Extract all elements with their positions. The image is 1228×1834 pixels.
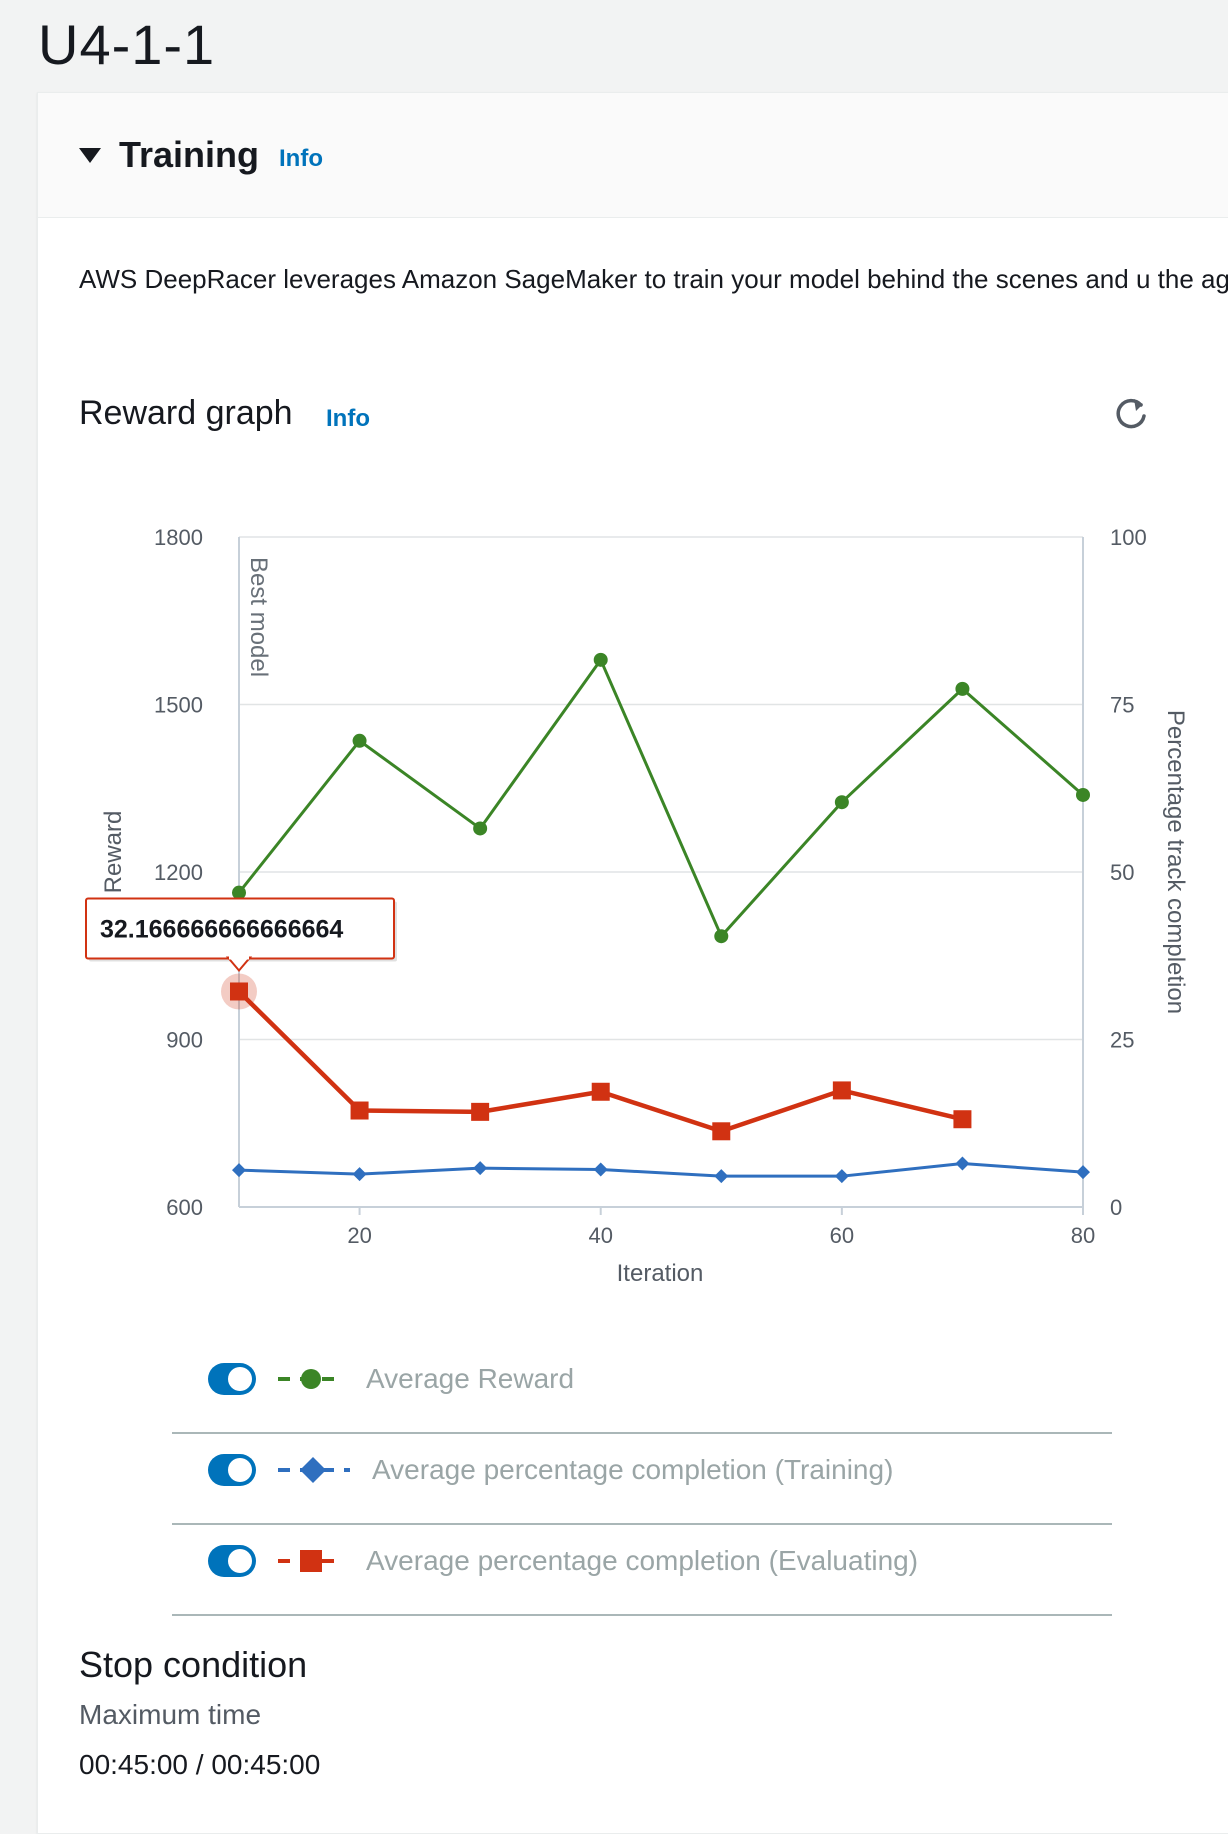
y-left-tick-label: 900 xyxy=(166,1028,203,1053)
y-right-tick-label: 25 xyxy=(1110,1028,1134,1053)
chart-legend: Average Reward Average percentage comple… xyxy=(172,1343,1112,1616)
tooltip-pointer-mask xyxy=(229,955,249,960)
data-point-circle xyxy=(1076,787,1090,802)
x-tick-label: 20 xyxy=(347,1223,371,1248)
series-line-circle xyxy=(237,658,1084,938)
y-left-axis-label: Reward xyxy=(100,811,127,894)
red-square-marker-icon xyxy=(278,1550,344,1572)
average-reward-toggle[interactable] xyxy=(208,1363,256,1395)
legend-item-evaluating-completion: Average percentage completion (Evaluatin… xyxy=(172,1525,1112,1616)
series-line-square xyxy=(237,989,963,1134)
legend-label: Average Reward xyxy=(366,1363,575,1394)
data-point-diamond xyxy=(834,1169,849,1184)
data-point-diamond xyxy=(352,1167,367,1182)
training-panel: Training Info AWS DeepRacer leverages Am… xyxy=(37,92,1228,1834)
legend-label: Average percentage completion (Evaluatin… xyxy=(366,1545,919,1576)
stop-condition-value: 00:45:00 / 00:45:00 xyxy=(79,1749,321,1780)
x-tick-label: 40 xyxy=(588,1223,612,1248)
best-model-annotation: Best model xyxy=(245,557,272,677)
y-right-tick-label: 0 xyxy=(1110,1195,1122,1220)
y-left-tick-label: 1800 xyxy=(154,525,203,550)
data-point-square xyxy=(953,1110,972,1129)
data-point-square xyxy=(712,1122,731,1141)
y-left-tick-label: 600 xyxy=(166,1195,203,1220)
legend-label: Average percentage completion (Training) xyxy=(372,1454,894,1485)
green-circle-marker-icon xyxy=(278,1369,344,1389)
x-tick-label: 60 xyxy=(830,1223,854,1248)
data-point-diamond xyxy=(1076,1165,1090,1180)
y-right-tick-label: 75 xyxy=(1110,693,1134,718)
y-right-tick-label: 100 xyxy=(1110,525,1147,550)
blue-diamond-marker-icon xyxy=(278,1457,350,1483)
y-left-tick-label: 1500 xyxy=(154,693,203,718)
x-axis-label: Iteration xyxy=(617,1260,704,1287)
data-point-square xyxy=(591,1082,610,1101)
data-point-circle xyxy=(834,795,849,810)
data-point-square xyxy=(230,982,248,1001)
data-point-diamond xyxy=(714,1169,729,1184)
y-right-tick-label: 50 xyxy=(1110,860,1134,885)
data-point-diamond xyxy=(593,1162,608,1177)
legend-item-training-completion: Average percentage completion (Training) xyxy=(172,1434,1112,1525)
stop-condition-title: Stop condition xyxy=(79,1644,308,1685)
data-point-diamond xyxy=(232,1163,246,1178)
evaluating-completion-toggle[interactable] xyxy=(208,1545,256,1577)
data-point-square xyxy=(350,1101,369,1120)
data-point-circle xyxy=(593,652,608,667)
y-right-axis-label: Percentage track completion xyxy=(1162,710,1189,1014)
data-point-square xyxy=(832,1081,851,1100)
data-point-diamond xyxy=(473,1161,488,1176)
data-point-circle xyxy=(955,681,970,696)
stop-condition-label: Maximum time xyxy=(79,1699,262,1730)
legend-item-average-reward: Average Reward xyxy=(172,1343,1112,1434)
training-completion-toggle[interactable] xyxy=(208,1454,256,1486)
x-tick-label: 80 xyxy=(1071,1223,1095,1248)
y-left-tick-label: 1200 xyxy=(154,860,203,885)
data-point-circle xyxy=(714,929,729,944)
data-point-square xyxy=(471,1102,490,1121)
reward-chart: 600 900 1200 1500 1800 0 25 50 75 100 20 40 60 80 Iter… xyxy=(85,525,1189,1287)
data-point-circle xyxy=(352,733,367,748)
tooltip-value: 32.166666666666664 xyxy=(100,915,343,943)
page-title: U4-1-1 xyxy=(38,13,216,76)
data-point-circle xyxy=(473,821,488,836)
data-point-diamond xyxy=(955,1156,970,1171)
